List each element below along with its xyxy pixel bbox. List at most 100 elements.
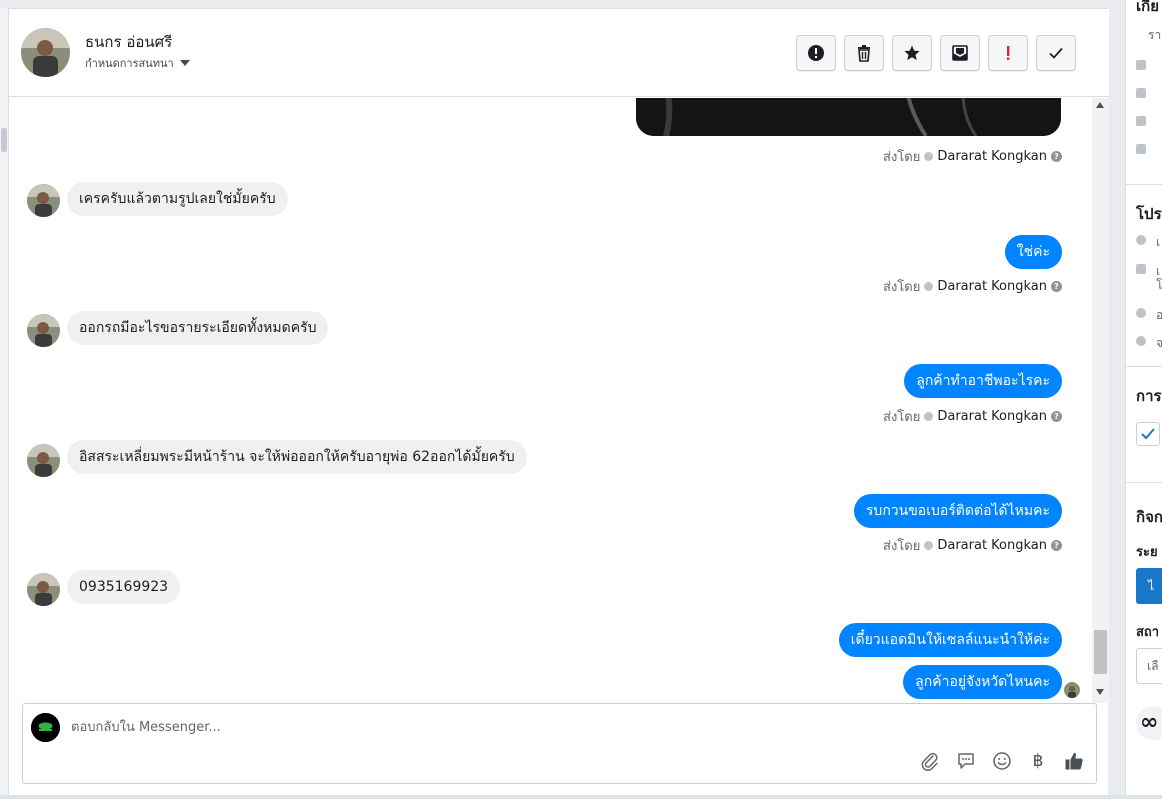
incoming-message[interactable]: 0935169923	[67, 570, 181, 604]
baht-icon: ฿	[1032, 751, 1044, 771]
agent-name[interactable]: Dararat Kongkan	[937, 409, 1047, 424]
section-title-labels: การ	[1136, 387, 1162, 405]
outgoing-message[interactable]: ลูกค้าทำอาชีพอะไรคะ	[904, 364, 1062, 398]
sent-by-row: ส่งโดย Dararat Kongkan ?	[883, 535, 1062, 556]
education-icon	[1136, 264, 1146, 274]
composer-tools: ฿	[919, 750, 1085, 772]
section-title-info: เกีย	[1136, 0, 1159, 15]
red-exclamation-icon	[1007, 46, 1010, 60]
birthday-icon	[1136, 116, 1146, 126]
incoming-message[interactable]: เครครับแล้วตามรูปเลยใช่มั้ยครับ	[67, 182, 288, 216]
sender-avatar[interactable]	[27, 314, 60, 347]
thumbs-up-icon	[1065, 752, 1083, 770]
outgoing-message[interactable]: ใช่ค่ะ	[1004, 235, 1062, 269]
envelope-icon	[952, 45, 968, 61]
mail-icon	[1136, 88, 1146, 98]
status-sub-label: สถา	[1136, 625, 1160, 640]
star-icon	[904, 45, 920, 60]
profile-text: อ	[1156, 306, 1162, 325]
attach-button[interactable]	[919, 750, 941, 772]
location-pin-icon	[1136, 336, 1146, 346]
exclamation-circle-icon	[808, 45, 824, 61]
sender-avatar[interactable]	[27, 573, 60, 606]
sent-by-label: ส่งโดย	[883, 280, 921, 295]
checkmark-icon	[1141, 428, 1155, 440]
divider	[1126, 366, 1162, 367]
mark-done-button[interactable]	[1036, 35, 1076, 71]
image-attachment[interactable]	[636, 98, 1061, 136]
agent-name[interactable]: Dararat Kongkan	[937, 279, 1047, 294]
sent-by-label: ส่งโดย	[883, 150, 921, 165]
contact-name[interactable]: ธนกร อ่อนศรี	[85, 30, 172, 54]
checkmark-icon	[1049, 47, 1063, 59]
sent-by-row: ส่งโดย Dararat Kongkan ?	[883, 146, 1062, 167]
delete-button[interactable]	[844, 35, 884, 71]
trash-icon	[858, 45, 870, 62]
bottom-edge	[0, 795, 1162, 799]
seen-indicator-avatar	[1064, 682, 1080, 698]
profile-text: เ	[1156, 235, 1161, 249]
section-title-profile: โปร	[1136, 205, 1162, 223]
status-select[interactable]: เลื	[1136, 648, 1162, 684]
mark-unread-button[interactable]	[940, 35, 980, 71]
verified-icon	[924, 152, 934, 161]
meta-logo-icon: ∞	[1136, 706, 1162, 740]
scroll-up-arrow-icon[interactable]	[1096, 102, 1104, 108]
outgoing-message[interactable]: เดี๋ยวแอดมินให้เซลล์แนะนำให้ค่ะ	[838, 623, 1062, 657]
sender-avatar[interactable]	[27, 184, 60, 217]
activity-button[interactable]: ไ	[1136, 568, 1162, 604]
paperclip-icon	[921, 752, 938, 771]
profile-text: จ	[1156, 334, 1162, 353]
verified-icon	[924, 282, 934, 291]
outgoing-message[interactable]: รบกวนขอเบอร์ติดต่อได้ไหมคะ	[853, 494, 1062, 528]
agent-name[interactable]: Dararat Kongkan	[937, 149, 1047, 164]
saved-reply-icon	[958, 753, 974, 769]
left-scroll-strip	[0, 8, 8, 795]
emoji-icon	[993, 752, 1011, 770]
sent-by-row: ส่งโดย Dararat Kongkan ?	[883, 406, 1062, 427]
incoming-message[interactable]: ออกรถมีอะไรขอรายระเอียดทั้งหมดครับ	[67, 311, 329, 345]
help-icon[interactable]: ?	[1051, 281, 1062, 292]
saved-replies-button[interactable]	[955, 750, 977, 772]
sent-by-row: ส่งโดย Dararat Kongkan ?	[883, 276, 1062, 297]
thumbs-up-button[interactable]	[1063, 750, 1085, 772]
agent-name[interactable]: Dararat Kongkan	[937, 538, 1047, 553]
phone-icon	[1136, 60, 1146, 70]
sent-by-label: ส่งโดย	[883, 539, 921, 554]
caret-down-icon	[179, 60, 190, 66]
outgoing-message[interactable]: ลูกค้าอยู่จังหวัดไหนคะ	[903, 665, 1062, 699]
profile-text: โ	[1156, 278, 1162, 292]
info-text: รา	[1148, 28, 1162, 42]
scroll-down-arrow-icon[interactable]	[1096, 689, 1104, 695]
star-button[interactable]	[892, 35, 932, 71]
contact-avatar[interactable]	[21, 28, 70, 77]
reply-input[interactable]	[71, 716, 971, 738]
assign-label: กำหนดการสนทนา	[85, 57, 174, 70]
divider	[1126, 482, 1162, 483]
payment-button[interactable]: ฿	[1027, 750, 1049, 772]
scrollbar-thumb[interactable]	[1094, 630, 1107, 674]
message-thread[interactable]: ส่งโดย Dararat Kongkan ? เครครับแล้วตามร…	[9, 98, 1109, 703]
conversation-header: ธนกร อ่อนศรี กำหนดการสนทนา	[9, 9, 1109, 97]
verified-icon	[924, 541, 934, 550]
follow-up-button[interactable]	[988, 35, 1028, 71]
help-icon[interactable]: ?	[1051, 151, 1062, 162]
emoji-button[interactable]	[991, 750, 1013, 772]
section-title-activity: กิจก	[1136, 508, 1162, 526]
spam-button[interactable]	[796, 35, 836, 71]
incoming-message[interactable]: อิสสระเหลี่ยมพระมีหน้าร้าน จะให้พ่อออกให…	[67, 440, 527, 474]
sender-avatar[interactable]	[27, 444, 60, 477]
conversation-panel: ธนกร อ่อนศรี กำหนดการสนทนา ส่งโดย Darara…	[8, 8, 1109, 795]
activity-sub-label: ระย	[1136, 545, 1158, 560]
help-icon[interactable]: ?	[1051, 411, 1062, 422]
help-icon[interactable]: ?	[1051, 540, 1062, 551]
assign-conversation-dropdown[interactable]: กำหนดการสนทนา	[85, 54, 190, 72]
reply-composer: ฿	[22, 703, 1097, 784]
left-strip-thumb[interactable]	[1, 128, 7, 152]
contact-details-panel: เกีย รา โปร เ เ โ อ จ การ กิจก ระย ไ สถา…	[1125, 0, 1162, 799]
divider	[1126, 184, 1162, 185]
label-checkbox[interactable]	[1136, 422, 1160, 446]
message-scrollbar[interactable]	[1092, 98, 1109, 703]
header-actions	[796, 35, 1076, 71]
page-avatar	[31, 713, 60, 742]
